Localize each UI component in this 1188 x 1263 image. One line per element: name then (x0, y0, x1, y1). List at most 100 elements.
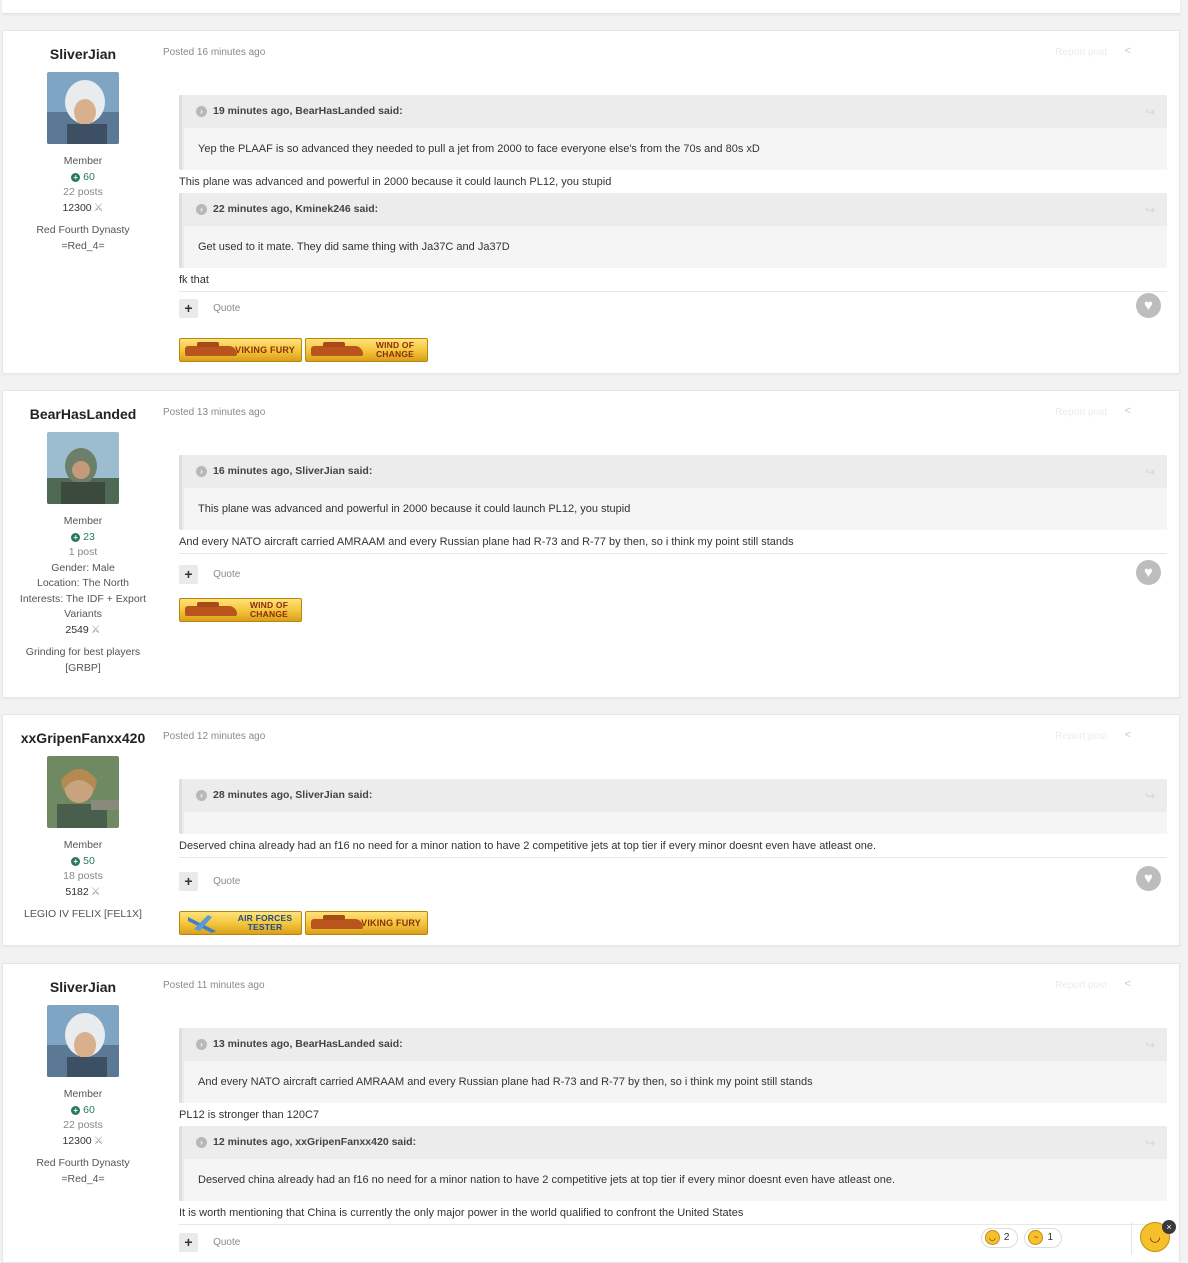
reputation-icon: + (71, 172, 81, 182)
plane-icon (188, 915, 216, 933)
reputation-icon: + (71, 1105, 81, 1115)
like-heart-icon[interactable]: ♥ (1136, 866, 1161, 891)
author-name[interactable]: BearHasLanded (3, 405, 163, 424)
crossed-swords-icon: ⚔ (90, 623, 101, 636)
multiquote-button[interactable]: + (179, 872, 198, 891)
share-icon[interactable]: < (1125, 978, 1131, 990)
clan-tag: =Red_4= (61, 239, 105, 252)
forum-post: BearHasLanded Member +23 1 post Gender: … (2, 390, 1180, 698)
go-to-quoted-post-icon[interactable]: ↪ (1145, 203, 1155, 217)
confused-emoji-icon: ~ (1028, 1229, 1044, 1245)
post-count[interactable]: 18 posts (3, 869, 163, 885)
post-timestamp[interactable]: Posted 16 minutes ago (163, 47, 265, 58)
badge-wind-of-change: WIND OF CHANGE (179, 598, 302, 622)
player-score: 12300 ⚔ (3, 1134, 163, 1150)
reaction-summary: ◡ 2 ~1 (975, 1228, 1062, 1250)
report-post-link[interactable]: Report post (1055, 47, 1107, 58)
like-heart-icon[interactable]: ♥ (1136, 293, 1161, 318)
badge-row: WIND OF CHANGE (179, 598, 305, 622)
remove-reaction-close-icon[interactable]: × (1162, 1220, 1176, 1234)
forum-post: SliverJian Member +60 22 posts 12300 ⚔ Re… (2, 30, 1180, 374)
quote-block: › 12 minutes ago, xxGripenFanxx420 said: … (179, 1126, 1167, 1201)
quote-citation-text: 19 minutes ago, BearHasLanded said: (213, 105, 403, 117)
author-panel: BearHasLanded Member +23 1 post Gender: … (3, 391, 163, 676)
quote-collapse-icon[interactable]: › (196, 204, 207, 215)
quote-block: › 13 minutes ago, BearHasLanded said: ↪ A… (179, 1028, 1167, 1103)
quote-button[interactable]: Quote (213, 876, 240, 887)
avatar[interactable] (47, 72, 119, 144)
divider (1131, 1222, 1132, 1254)
quote-collapse-icon[interactable]: › (196, 466, 207, 477)
author-name[interactable]: xxGripenFanxx420 (3, 729, 163, 748)
reaction-haha[interactable]: ◡ 2 (980, 1228, 1019, 1248)
author-name[interactable]: SliverJian (3, 45, 163, 64)
quote-collapse-icon[interactable]: › (196, 1039, 207, 1050)
avatar[interactable] (47, 1005, 119, 1077)
go-to-quoted-post-icon[interactable]: ↪ (1145, 789, 1155, 803)
badge-viking-fury: VIKING FURY (179, 338, 302, 362)
quote-citation-text: 12 minutes ago, xxGripenFanxx420 said: (213, 1136, 417, 1148)
quote-citation: › 13 minutes ago, BearHasLanded said: (182, 1028, 1167, 1061)
reply-text: PL12 is stronger than 120C7 (179, 1109, 320, 1121)
reaction-count: 2 (1003, 1232, 1010, 1243)
reaction-confused[interactable]: ~1 (1024, 1228, 1062, 1248)
badge-label: WIND OF CHANGE (249, 600, 289, 619)
author-name[interactable]: SliverJian (3, 978, 163, 997)
quote-button[interactable]: Quote (213, 303, 240, 314)
reputation-value: 50 (83, 854, 95, 867)
reputation-value: 60 (83, 170, 95, 183)
quote-text: This plane was advanced and powerful in … (184, 488, 1167, 530)
quote-text: Get used to it mate. They did same thing… (184, 226, 1167, 268)
quote-collapse-icon[interactable]: › (196, 106, 207, 117)
report-post-link[interactable]: Report post (1055, 407, 1107, 418)
go-to-quoted-post-icon[interactable]: ↪ (1145, 1038, 1155, 1052)
previous-post-bottom (2, 0, 1180, 14)
quote-collapse-icon[interactable]: › (196, 1137, 207, 1148)
badge-viking-fury: VIKING FURY (305, 911, 428, 935)
share-icon[interactable]: < (1125, 405, 1131, 417)
divider (179, 291, 1167, 292)
avatar[interactable] (47, 432, 119, 504)
post-count[interactable]: 22 posts (3, 1118, 163, 1134)
post-count[interactable]: 1 post (3, 545, 163, 561)
clan-tag: =Red_4= (61, 1172, 105, 1185)
score-value: 12300 (62, 1134, 92, 1147)
post-content: › 13 minutes ago, BearHasLanded said: ↪ A… (179, 1028, 1167, 1225)
post-timestamp[interactable]: Posted 13 minutes ago (163, 407, 265, 418)
go-to-quoted-post-icon[interactable]: ↪ (1145, 105, 1155, 119)
badge-label: VIKING FURY (361, 917, 421, 928)
reputation: +60 (3, 170, 163, 186)
player-score: 2549 ⚔ (3, 623, 163, 639)
member-group: Member (63, 155, 103, 167)
divider (179, 1224, 1167, 1225)
report-post-link[interactable]: Report post (1055, 980, 1107, 991)
quote-button[interactable]: Quote (213, 1237, 240, 1248)
quote-button[interactable]: Quote (213, 569, 240, 580)
badge-air-forces-tester: AIR FORCES TESTER (179, 911, 302, 935)
share-icon[interactable]: < (1125, 45, 1131, 57)
badge-row: AIR FORCES TESTER VIKING FURY (179, 911, 431, 935)
badge-wind-of-change: WIND OF CHANGE (305, 338, 428, 362)
go-to-quoted-post-icon[interactable]: ↪ (1145, 1136, 1155, 1150)
reply-text: fk that (179, 274, 209, 286)
multiquote-button[interactable]: + (179, 1233, 198, 1252)
reaction-count: 1 (1047, 1232, 1053, 1243)
multiquote-button[interactable]: + (179, 565, 198, 584)
quote-citation-text: 28 minutes ago, SliverJian said: (213, 789, 373, 801)
post-timestamp[interactable]: Posted 11 minutes ago (163, 980, 265, 991)
clan-name: Grinding for best players (25, 646, 141, 658)
profile-location: Location: The North (36, 577, 130, 589)
crossed-swords-icon: ⚔ (90, 885, 101, 898)
badge-label: WIND OF CHANGE (375, 340, 415, 359)
post-timestamp[interactable]: Posted 12 minutes ago (163, 731, 265, 742)
go-to-quoted-post-icon[interactable]: ↪ (1145, 465, 1155, 479)
multiquote-button[interactable]: + (179, 299, 198, 318)
clan-tag: [GRBP] (65, 661, 101, 674)
post-count[interactable]: 22 posts (3, 185, 163, 201)
avatar[interactable] (47, 756, 119, 828)
quote-collapse-icon[interactable]: › (196, 790, 207, 801)
like-heart-icon[interactable]: ♥ (1136, 560, 1161, 585)
quote-text: And every NATO aircraft carried AMRAAM a… (184, 1061, 1167, 1103)
report-post-link[interactable]: Report post (1055, 731, 1107, 742)
share-icon[interactable]: < (1125, 729, 1131, 741)
